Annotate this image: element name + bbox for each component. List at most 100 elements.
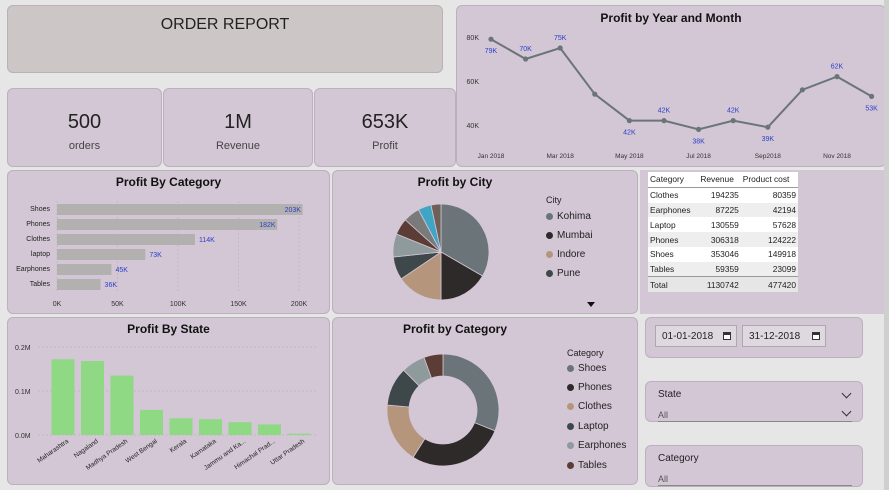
category-label: Clothes [26,236,50,243]
state-slicer-value[interactable]: All [658,410,852,422]
bar [140,409,163,435]
category-legend-title: Category [567,348,604,358]
legend-dot [567,384,574,391]
date-to-value: 31-12-2018 [749,330,801,342]
legend-item-phones[interactable]: Phones [567,382,612,393]
bar [57,219,278,230]
chevron-down-icon[interactable] [841,388,852,399]
category-bar-panel[interactable]: Profit By Category 0K 50K 100K 150K 200K Shoe… [7,170,330,314]
calendar-icon[interactable] [723,332,731,340]
legend-item-indore[interactable]: Indore [546,249,585,260]
category-label: Kerala [169,438,189,455]
col-header-revenue[interactable]: Revenue [698,172,741,188]
legend-item-laptop[interactable]: Laptop [567,421,609,432]
state-slicer[interactable]: State All [645,381,863,422]
category-label: Tables [30,281,51,288]
city-pie-panel[interactable]: Profit by City City Kohima Mumbai Indore… [332,170,638,314]
table-total-row: Total 1130742 477420 [648,276,798,293]
legend-item-tables[interactable]: Tables [567,460,607,471]
table-cell: 194235 [710,190,739,201]
x-tick-label: May 2018 [615,153,644,160]
legend-label: Indore [557,249,586,260]
legend-dot [546,251,553,258]
x-tick-label: Jul 2018 [686,153,711,160]
legend-scroll-down-icon[interactable] [587,302,595,307]
vertical-scrollbar[interactable] [884,0,889,490]
table-cell: Tables [650,264,675,275]
data-label: 42K [658,108,671,115]
category-table[interactable]: Category Revenue Product cost Clothes 194… [648,172,798,293]
data-label: 114K [199,237,215,244]
city-legend-title: City [546,195,562,205]
table-cell: Phones [650,234,679,245]
category-label: Maharashtra [36,438,70,465]
table-cell: 306318 [710,234,739,245]
data-label: 42K [623,130,636,137]
kpi-revenue-label: Revenue [215,140,261,152]
data-point [592,91,598,97]
y-tick-label: 0.0M [15,433,31,440]
category-donut-panel[interactable]: Profit by Category Category Shoes Phones… [332,317,638,485]
kpi-profit-card: 653K Profit [314,88,456,167]
table-cell: 1130742 [698,276,741,293]
table-header-row: Category Revenue Product cost [648,172,798,188]
category-slicer-label: Category [658,453,699,464]
line-chart-panel[interactable]: Profit by Year and Month 40K 60K 80K Jan 20… [456,5,886,167]
state-bar-panel[interactable]: Profit By State 0.0M 0.1M 0.2M Maharashtra N… [7,317,330,485]
table-cell: 57628 [772,219,796,230]
bar [57,204,303,215]
data-label: 36K [105,282,118,289]
data-label: 39K [762,136,775,143]
legend-item-kohima[interactable]: Kohima [546,211,591,222]
data-point [626,118,632,124]
legend-dot [567,462,574,469]
data-label: 38K [692,138,705,145]
table-cell: 477420 [740,276,798,293]
table-row: Phones 306318 124222 [648,232,798,247]
x-tick-label: Sep2018 [755,153,781,160]
bar [57,249,146,260]
legend-item-shoes[interactable]: Shoes [567,363,606,374]
table-cell: 23099 [772,264,796,275]
bar [110,375,134,435]
table-row: Shoes 353046 149918 [648,247,798,262]
city-pie-chart [392,203,490,301]
calendar-icon[interactable] [812,332,820,340]
legend-label: Earphones [578,440,627,451]
data-point [869,93,875,99]
table-cell: 130559 [710,219,739,230]
kpi-revenue-value: 1M [224,111,252,133]
legend-label: Laptop [578,421,609,432]
category-slicer[interactable]: Category All [645,445,863,487]
kpi-revenue-card: 1M Revenue [163,88,313,167]
legend-item-pune[interactable]: Pune [546,268,580,279]
date-from-input[interactable]: 01-01-2018 [655,325,737,347]
data-label: 53K [865,105,878,112]
data-label: 73K [149,252,162,259]
legend-item-clothes[interactable]: Clothes [567,401,612,412]
bar [199,419,222,435]
y-tick-label: 40K [467,123,480,130]
bar [81,361,104,435]
bar [57,279,101,290]
legend-item-earphones[interactable]: Earphones [567,440,626,451]
col-header-product-cost[interactable]: Product cost [740,172,798,188]
legend-label: Shoes [578,363,607,374]
report-title: ORDER REPORT [160,16,290,33]
table-cell: 124222 [768,234,796,245]
x-tick-label: 200K [291,301,308,308]
table-row: Laptop 130559 57628 [648,217,798,232]
legend-item-mumbai[interactable]: Mumbai [546,230,593,241]
category-slicer-value[interactable]: All [658,474,852,486]
date-to-input[interactable]: 31-12-2018 [742,325,826,347]
table-row: Clothes 194235 80359 [648,187,798,202]
x-tick-label: 100K [170,301,187,308]
data-point [488,36,494,42]
data-point [834,74,840,80]
legend-label: Phones [578,382,612,393]
col-header-category[interactable]: Category [648,172,699,188]
title-panel: ORDER REPORT [7,5,443,73]
line-chart: 40K 60K 80K Jan 2018 Mar 2018 May 2018 Jul 201… [467,35,879,160]
bar [228,422,252,435]
table-row: Tables 59359 23099 [648,261,798,277]
